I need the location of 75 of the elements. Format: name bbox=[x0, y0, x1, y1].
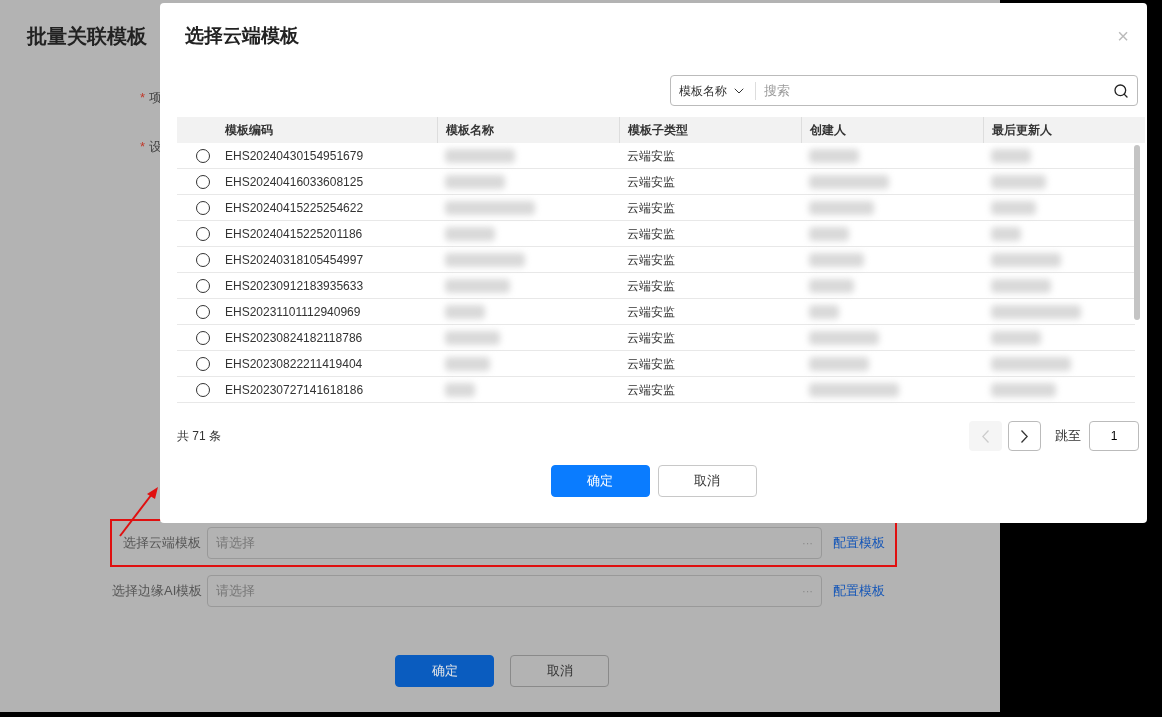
search-field[interactable]: 模板名称 搜索 bbox=[670, 75, 1138, 106]
column-header: 模板编码 bbox=[225, 122, 273, 139]
jump-label: 跳至 bbox=[1055, 427, 1081, 446]
table-cell: EHS20240415225254622 bbox=[225, 200, 364, 215]
table-cell: EHS20231101112940969 bbox=[225, 304, 361, 319]
search-icon[interactable] bbox=[1113, 82, 1129, 99]
blurred-cell bbox=[809, 148, 859, 163]
table-cell: 云端安监 bbox=[627, 226, 675, 241]
blurred-cell bbox=[809, 226, 849, 241]
field-label: 选择云端模板 bbox=[122, 534, 201, 553]
required-mark: * bbox=[140, 89, 146, 107]
page-input[interactable]: 1 bbox=[1089, 421, 1139, 451]
chevron-right-icon bbox=[1021, 429, 1028, 443]
blurred-cell bbox=[809, 252, 864, 267]
table-cell: EHS20240415225201186 bbox=[225, 226, 363, 241]
table-cell: EHS20230824182118786 bbox=[225, 330, 363, 345]
blurred-cell bbox=[991, 200, 1036, 215]
configure-link[interactable]: 配置模板 bbox=[833, 533, 885, 553]
table-cell: 云端安监 bbox=[627, 252, 675, 267]
blurred-cell bbox=[445, 278, 510, 293]
cancel-button[interactable]: 取消 bbox=[510, 655, 609, 687]
blurred-cell bbox=[991, 148, 1031, 163]
blurred-cell bbox=[809, 278, 854, 293]
blurred-cell bbox=[809, 304, 839, 319]
table-cell: EHS20240416033608125 bbox=[225, 174, 364, 189]
field-label: 设 bbox=[149, 138, 163, 156]
table-cell: EHS20240430154951679 bbox=[225, 148, 364, 163]
total-count: 共 71 条 bbox=[177, 428, 221, 445]
modal-title: 选择云端模板 bbox=[185, 24, 299, 48]
table-cell: EHS20230912183935633 bbox=[225, 278, 364, 293]
chevron-left-icon bbox=[982, 429, 989, 443]
search-input[interactable]: 搜索 bbox=[764, 80, 1113, 101]
blurred-cell bbox=[445, 330, 500, 345]
column-header: 创建人 bbox=[810, 122, 846, 139]
blurred-cell bbox=[445, 356, 490, 371]
table-cell: 云端安监 bbox=[627, 330, 675, 345]
blurred-cell bbox=[445, 148, 515, 163]
table-cell: 云端安监 bbox=[627, 356, 675, 371]
blurred-cell bbox=[991, 382, 1056, 397]
column-header: 最后更新人 bbox=[992, 122, 1052, 139]
field-label: 项 bbox=[149, 89, 163, 107]
blurred-cell bbox=[445, 382, 475, 397]
more-icon: ··· bbox=[802, 582, 813, 600]
table-cell: 云端安监 bbox=[627, 382, 675, 397]
table-cell: EHS20240318105454997 bbox=[225, 252, 364, 267]
blurred-cell bbox=[809, 330, 879, 345]
more-icon: ··· bbox=[802, 534, 813, 552]
confirm-button[interactable]: 确定 bbox=[550, 465, 650, 497]
blurred-cell bbox=[991, 330, 1041, 345]
cancel-button[interactable]: 取消 bbox=[657, 465, 757, 497]
column-header: 模板子类型 bbox=[628, 122, 688, 139]
confirm-button[interactable]: 确定 bbox=[395, 655, 494, 687]
blurred-cell bbox=[445, 304, 485, 319]
blurred-cell bbox=[991, 174, 1046, 189]
blurred-cell bbox=[809, 200, 874, 215]
table-cell: 云端安监 bbox=[627, 304, 675, 319]
table-cell: 云端安监 bbox=[627, 148, 675, 163]
table-cell: EHS20230727141618186 bbox=[225, 382, 364, 397]
configure-link[interactable]: 配置模板 bbox=[833, 581, 885, 601]
required-mark: * bbox=[140, 138, 146, 156]
field-label: 选择边缘AI模板 bbox=[112, 582, 201, 601]
table-cell: 云端安监 bbox=[627, 174, 675, 189]
table-cell: 云端安监 bbox=[627, 200, 675, 215]
dialog-title: 批量关联模板 bbox=[27, 24, 147, 49]
next-page-button[interactable] bbox=[1008, 421, 1041, 451]
blurred-cell bbox=[809, 356, 869, 371]
table-cell: EHS20230822211419404 bbox=[225, 356, 363, 371]
blurred-cell bbox=[445, 226, 495, 241]
filter-dropdown[interactable]: 模板名称 bbox=[671, 81, 756, 100]
column-header: 模板名称 bbox=[446, 122, 494, 139]
blurred-cell bbox=[991, 278, 1051, 293]
table-cell: 云端安监 bbox=[627, 278, 675, 293]
blurred-cell bbox=[445, 174, 505, 189]
blurred-cell bbox=[991, 226, 1021, 241]
blurred-cell bbox=[991, 252, 1061, 267]
